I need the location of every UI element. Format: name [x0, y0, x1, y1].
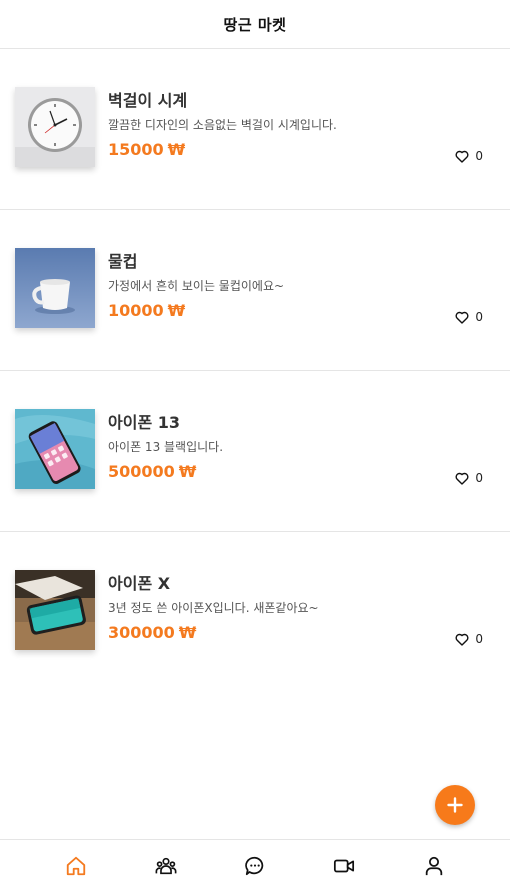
heart-icon: [455, 311, 469, 324]
product-name: 아이폰 13: [108, 413, 180, 432]
product-price: 15000 ₩: [108, 139, 488, 161]
product-price: 10000 ₩: [108, 300, 488, 322]
product-description: 아이폰 13 블랙입니다.: [108, 440, 224, 454]
currency-symbol: ₩: [167, 301, 186, 320]
plus-icon: [447, 797, 463, 813]
product-name: 물컵: [108, 252, 138, 271]
chat-icon: [245, 856, 264, 876]
price-value: 500000: [108, 462, 175, 481]
like-button[interactable]: 0: [455, 471, 483, 485]
price-value: 300000: [108, 623, 175, 642]
product-image-mug[interactable]: [15, 248, 95, 328]
product-item[interactable]: 아이폰 13 아이폰 13 블랙입니다. 500000 ₩ 0: [0, 371, 510, 532]
tab-profile[interactable]: [422, 854, 446, 878]
heart-icon: [455, 150, 469, 163]
heart-icon: [455, 633, 469, 646]
product-image-iphone-x[interactable]: [15, 570, 95, 650]
product-info: 물컵 가정에서 흔히 보이는 물컵이에요~ 10000 ₩: [108, 251, 488, 322]
product-description: 가정에서 흔히 보이는 물컵이에요~: [108, 279, 285, 293]
product-price: 500000 ₩: [108, 461, 488, 483]
like-button[interactable]: 0: [455, 149, 483, 163]
currency-symbol: ₩: [178, 623, 197, 642]
video-icon: [333, 859, 355, 873]
product-info: 벽걸이 시계 깔끔한 디자인의 소음없는 벽걸이 시계입니다. 15000 ₩: [108, 90, 488, 161]
product-description: 깔끔한 디자인의 소음없는 벽걸이 시계입니다.: [108, 118, 337, 132]
app-header: 땅근 마켓: [0, 0, 510, 49]
product-info: 아이폰 X 3년 정도 쓴 아이폰X입니다. 새폰같아요~ 300000 ₩: [108, 573, 488, 644]
heart-icon: [455, 472, 469, 485]
like-count: 0: [475, 310, 483, 324]
product-image-iphone-13[interactable]: [15, 409, 95, 489]
like-count: 0: [475, 471, 483, 485]
currency-symbol: ₩: [167, 140, 186, 159]
product-name: 아이폰 X: [108, 574, 171, 593]
currency-symbol: ₩: [178, 462, 197, 481]
product-price: 300000 ₩: [108, 622, 488, 644]
bottom-tab-bar: [0, 839, 510, 889]
like-button[interactable]: 0: [455, 310, 483, 324]
tab-home[interactable]: [64, 854, 88, 878]
product-image-wall-clock[interactable]: [15, 87, 95, 167]
price-value: 15000: [108, 140, 164, 159]
like-button[interactable]: 0: [455, 632, 483, 646]
product-item[interactable]: 아이폰 X 3년 정도 쓴 아이폰X입니다. 새폰같아요~ 300000 ₩ 0: [0, 532, 510, 693]
tab-community[interactable]: [154, 854, 178, 878]
page-title: 땅근 마켓: [223, 15, 287, 34]
product-item[interactable]: 벽걸이 시계 깔끔한 디자인의 소음없는 벽걸이 시계입니다. 15000 ₩ 0: [0, 49, 510, 210]
like-count: 0: [475, 149, 483, 163]
price-value: 10000: [108, 301, 164, 320]
community-icon: [155, 857, 177, 875]
product-description: 3년 정도 쓴 아이폰X입니다. 새폰같아요~: [108, 601, 319, 615]
product-item[interactable]: 물컵 가정에서 흔히 보이는 물컵이에요~ 10000 ₩ 0: [0, 210, 510, 371]
tab-video[interactable]: [332, 854, 356, 878]
like-count: 0: [475, 632, 483, 646]
profile-icon: [425, 856, 443, 876]
add-product-button[interactable]: [435, 785, 475, 825]
product-info: 아이폰 13 아이폰 13 블랙입니다. 500000 ₩: [108, 412, 488, 483]
tab-chat[interactable]: [243, 854, 267, 878]
product-name: 벽걸이 시계: [108, 91, 188, 110]
product-list: 벽걸이 시계 깔끔한 디자인의 소음없는 벽걸이 시계입니다. 15000 ₩ 0: [0, 49, 510, 693]
home-icon: [66, 856, 86, 876]
